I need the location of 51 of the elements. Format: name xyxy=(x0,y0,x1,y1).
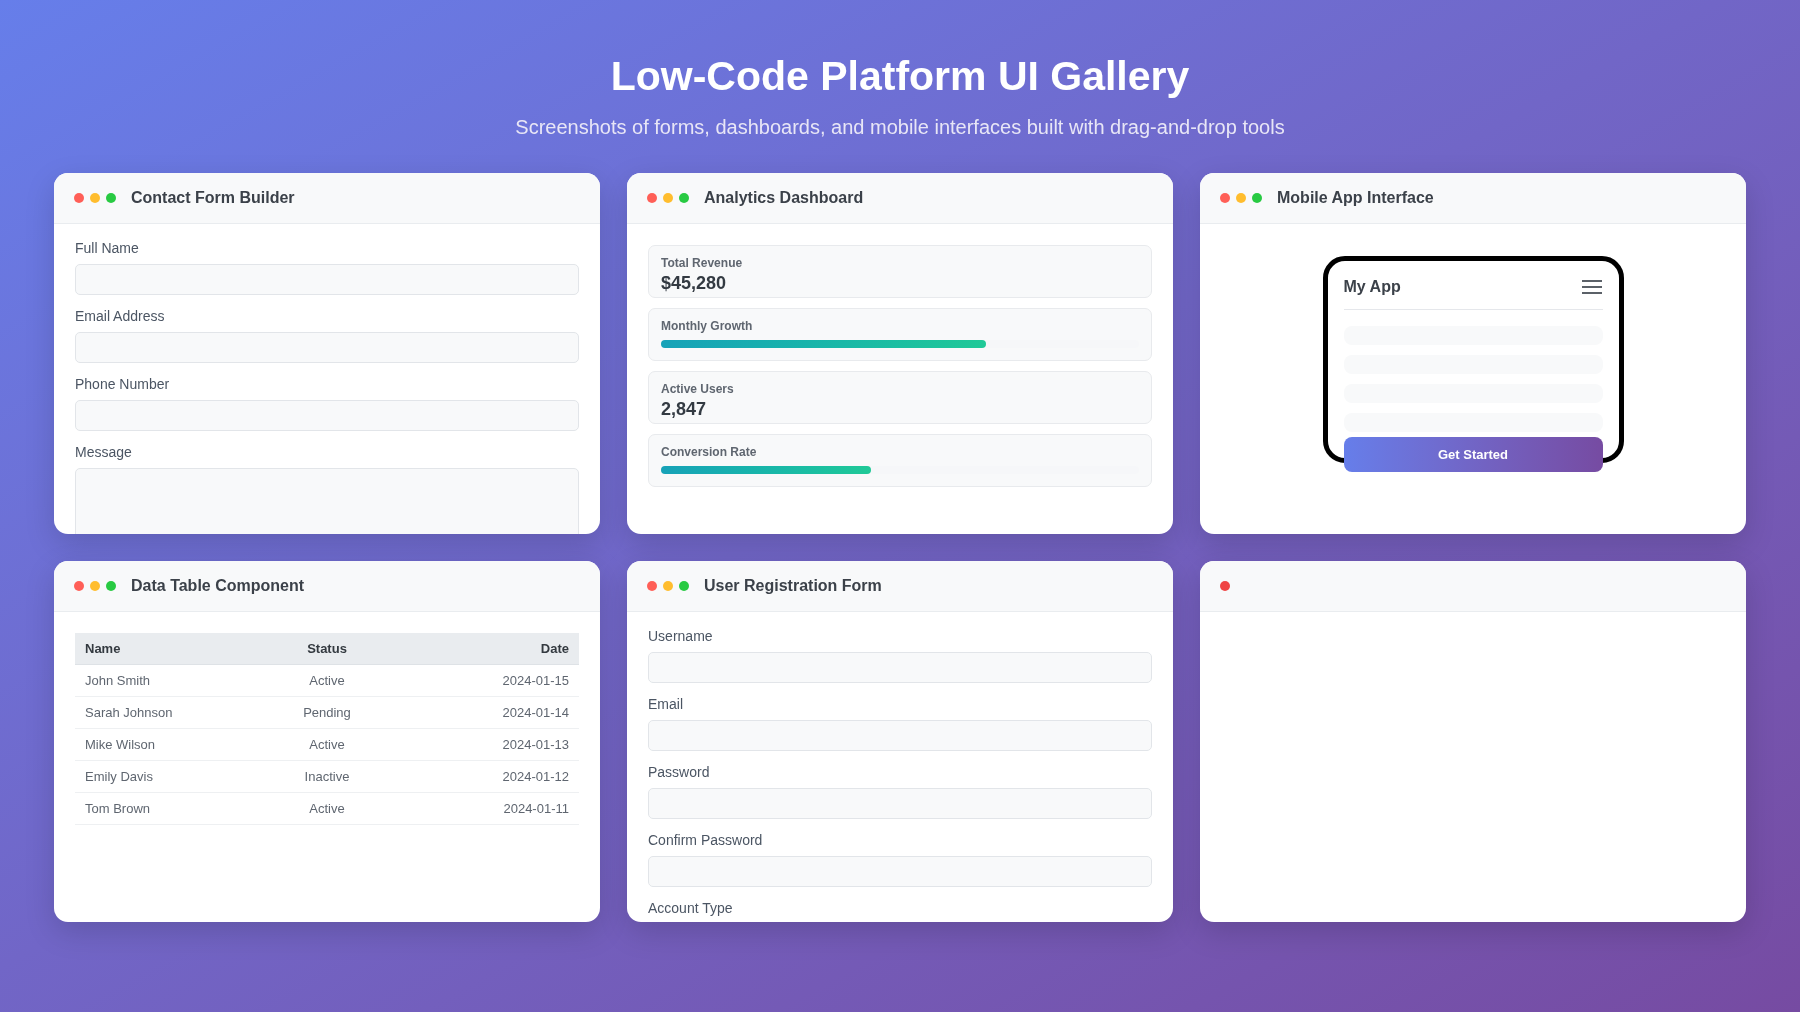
stat-value: 2,847 xyxy=(661,398,708,421)
card-title: User Registration Form xyxy=(704,576,882,596)
table-cell-text: Active xyxy=(308,671,346,690)
column-header: Status xyxy=(306,639,348,658)
field-label: Message xyxy=(75,443,133,461)
card-title: Mobile App Interface xyxy=(1277,188,1434,208)
app-title: My App xyxy=(1343,277,1401,297)
table-cell-text: Sarah Johnson xyxy=(85,703,174,722)
page-subtitle: Screenshots of forms, dashboards, and mobile interfaces built with drag-and-drop tools xyxy=(515,115,1285,140)
stat-label: Total Revenue xyxy=(661,256,744,271)
table-cell-text: Emily Davis xyxy=(85,767,154,786)
input-field[interactable] xyxy=(75,332,579,363)
table-cell-text: 2024-01-13 xyxy=(501,735,569,754)
card-title: Data Table Component xyxy=(131,576,305,596)
field-label: Account Type xyxy=(648,899,734,917)
table-cell-text: 2024-01-15 xyxy=(501,671,569,690)
table-cell-text: Pending xyxy=(302,703,352,722)
field-label: Full Name xyxy=(75,239,140,257)
card-title: Analytics Dashboard xyxy=(704,188,864,208)
column-header: Name xyxy=(85,639,122,658)
stat-value: $45,280 xyxy=(661,272,728,295)
table-cell-text: 2024-01-12 xyxy=(501,767,569,786)
table-cell-text: John Smith xyxy=(85,671,152,690)
table-cell-text: Tom Brown xyxy=(85,799,152,818)
menu-icon[interactable] xyxy=(1580,279,1603,295)
table-cell-text: 2024-01-14 xyxy=(501,703,569,722)
table-cell-text: Active xyxy=(308,735,346,754)
field-label: Confirm Password xyxy=(648,831,764,849)
field-label: Email Address xyxy=(75,307,166,325)
input-field[interactable] xyxy=(75,264,579,295)
input-field[interactable] xyxy=(648,788,1152,819)
field-label: Password xyxy=(648,763,711,781)
input-field[interactable] xyxy=(648,720,1152,751)
field-label: Email xyxy=(648,695,684,713)
page-title: Low-Code Platform UI Gallery xyxy=(610,52,1190,101)
table-cell-text: Mike Wilson xyxy=(85,735,157,754)
card-title: Contact Form Builder xyxy=(131,188,295,208)
field-label: Username xyxy=(648,627,714,645)
table-cell-text: Inactive xyxy=(303,767,351,786)
stat-label: Active Users xyxy=(661,382,735,397)
input-field[interactable] xyxy=(648,856,1152,887)
field-label: Phone Number xyxy=(75,375,171,393)
column-header: Date xyxy=(539,639,569,658)
table-cell-text: 2024-01-11 xyxy=(502,799,569,818)
input-field[interactable] xyxy=(648,652,1152,683)
stat-label: Monthly Growth xyxy=(661,319,754,334)
get-started-button[interactable]: Get Started xyxy=(1343,437,1603,472)
table-cell-text: Active xyxy=(308,799,346,818)
stat-label: Conversion Rate xyxy=(661,445,758,460)
input-field[interactable] xyxy=(75,400,579,431)
message-field[interactable] xyxy=(75,468,579,534)
